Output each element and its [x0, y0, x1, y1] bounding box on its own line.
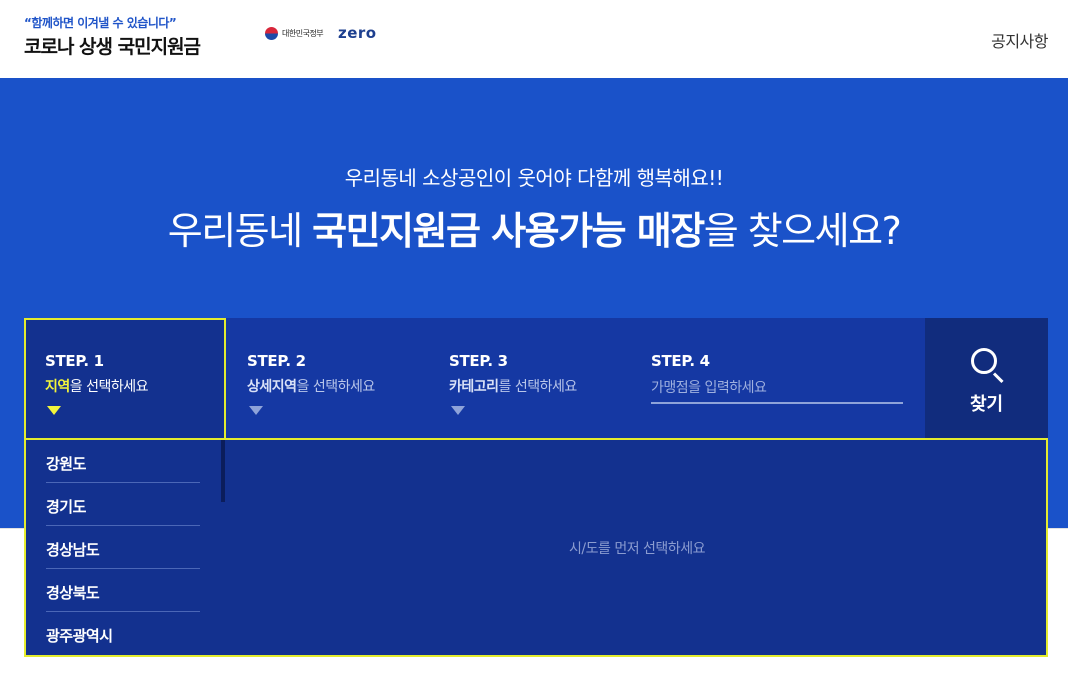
step-rest: 를 선택하세요: [498, 379, 578, 395]
region-item[interactable]: 강원도: [46, 440, 200, 483]
step-rest: 을 선택하세요: [69, 379, 149, 395]
zero-logo: zero: [338, 24, 377, 42]
hero-title-post: 을 찾으세요?: [703, 209, 902, 253]
caret-down-icon: [249, 406, 263, 415]
region-item[interactable]: 경상남도: [46, 526, 200, 569]
government-logo: 대한민국정부: [265, 27, 324, 40]
site-logo[interactable]: “함께하면 이겨낼 수 있습니다” 코로나 상생 국민지원금: [24, 14, 201, 59]
region-dropdown-panel: 강원도 경기도 경상남도 경상북도 광주광역시 시/도를 먼저 선택하세요: [24, 438, 1048, 657]
hero-subtitle: 우리동네 소상공인이 웃어야 다함께 행복해요!!: [344, 166, 724, 190]
region-item[interactable]: 경기도: [46, 483, 200, 526]
step-number: STEP. 4: [651, 352, 710, 370]
search-button-label: 찾기: [969, 394, 1004, 415]
step-number: STEP. 3: [449, 352, 508, 370]
search-icon: [971, 348, 997, 374]
region-item[interactable]: 광주광역시: [46, 612, 200, 655]
search-button[interactable]: 찾기: [925, 318, 1048, 438]
step-highlight: 카테고리: [449, 379, 499, 395]
step-description: 상세지역을 선택하세요: [247, 376, 375, 396]
search-steps: STEP. 1 지역을 선택하세요 STEP. 2 상세지역을 선택하세요 ST…: [24, 318, 1048, 440]
search-icon-handle: [992, 372, 1004, 384]
hero-title-bold: 국민지원금 사용가능 매장: [312, 209, 705, 253]
step-description: 카테고리를 선택하세요: [449, 376, 577, 396]
region-item[interactable]: 경상북도: [46, 569, 200, 612]
hero-title-pre: 우리동네: [167, 209, 313, 253]
step-description: 지역을 선택하세요: [45, 376, 149, 396]
taegeuk-icon: [265, 27, 278, 40]
caret-down-icon: [47, 406, 61, 415]
government-label: 대한민국정부: [282, 29, 324, 38]
step-2-detail-region[interactable]: STEP. 2 상세지역을 선택하세요: [226, 318, 428, 438]
step-1-region[interactable]: STEP. 1 지역을 선택하세요: [24, 318, 226, 440]
caret-down-icon: [451, 406, 465, 415]
region-list[interactable]: 강원도 경기도 경상남도 경상북도 광주광역시: [26, 440, 226, 655]
region-list-scrollbar[interactable]: [221, 440, 225, 502]
step-number: STEP. 1: [45, 352, 104, 370]
step-3-category[interactable]: STEP. 3 카테고리를 선택하세요: [428, 318, 630, 438]
hero-banner: 우리동네 소상공인이 웃어야 다함께 행복해요!! 우리동네 국민지원금 사용가…: [0, 78, 1068, 318]
hero-title: 우리동네 국민지원금 사용가능 매장을 찾으세요?: [0, 200, 1068, 255]
logo-slogan: “함께하면 이겨낼 수 있습니다”: [24, 16, 177, 30]
detail-region-placeholder: 시/도를 먼저 선택하세요: [569, 541, 705, 557]
step-highlight: 상세지역: [247, 379, 297, 395]
store-search-input[interactable]: [651, 374, 903, 404]
notice-link[interactable]: 공지사항: [991, 28, 1048, 52]
step-highlight: 지역: [45, 379, 70, 395]
site-header: “함께하면 이겨낼 수 있습니다” 코로나 상생 국민지원금 대한민국정부 ze…: [0, 0, 1068, 78]
step-number: STEP. 2: [247, 352, 306, 370]
step-rest: 을 선택하세요: [296, 379, 376, 395]
logo-brand: 코로나 상생 국민지원금: [24, 36, 201, 58]
